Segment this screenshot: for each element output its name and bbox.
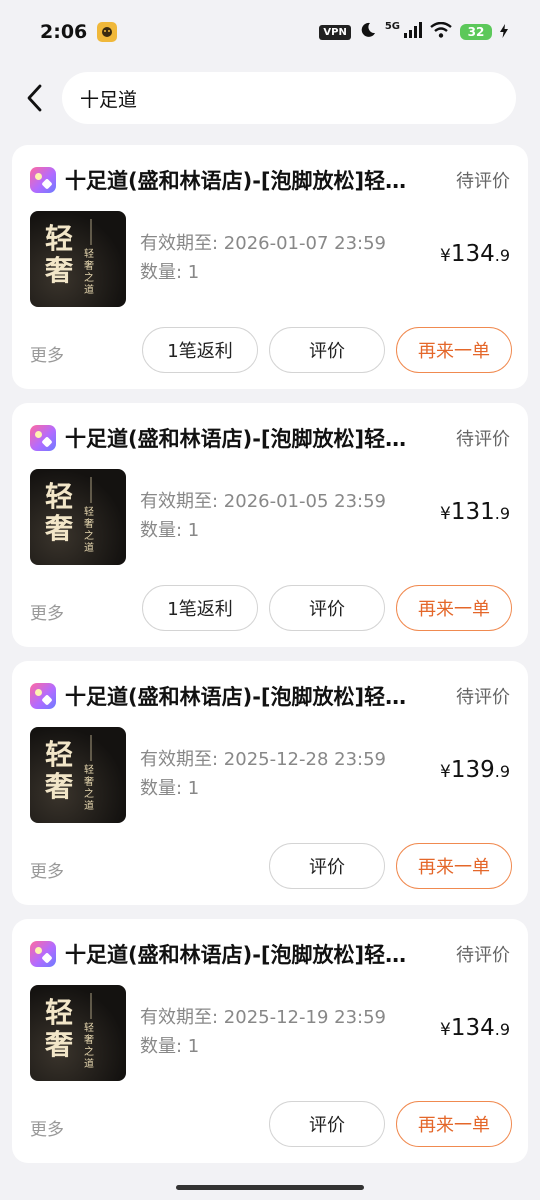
order-card-header: 十足道(盛和林语店)-[泡脚放松]轻… 待评价	[30, 423, 510, 453]
review-button[interactable]: 评价	[269, 843, 385, 889]
price-integer: 134	[450, 1015, 495, 1041]
review-button[interactable]: 评价	[269, 585, 385, 631]
validity-text: 有效期至: 2026-01-05 23:59	[140, 491, 386, 512]
wifi-icon	[430, 21, 452, 42]
validity-text: 有效期至: 2025-12-28 23:59	[140, 749, 386, 770]
signal-icon	[404, 22, 422, 42]
reorder-button[interactable]: 再来一单	[396, 843, 512, 889]
thumbnail-title: 轻奢	[44, 996, 73, 1061]
reorder-button[interactable]: 再来一单	[396, 327, 512, 373]
price-symbol: ¥	[440, 246, 451, 266]
review-button[interactable]: 评价	[269, 1101, 385, 1147]
quantity-text: 数量: 1	[140, 520, 200, 541]
review-button[interactable]: 评价	[269, 327, 385, 373]
thumbnail-subtitle: 轻奢之道	[84, 249, 94, 296]
order-status: 待评价	[456, 687, 510, 708]
moon-icon	[359, 21, 377, 43]
shop-name[interactable]: 十足道(盛和林语店)-[泡脚放松]轻…	[65, 165, 435, 195]
thumbnail-divider	[90, 219, 92, 245]
network-type: 5G	[384, 20, 400, 32]
price: ¥134.9	[440, 241, 510, 267]
order-status: 待评价	[456, 945, 510, 966]
price-integer: 131	[450, 499, 495, 525]
vpn-badge: VPN	[319, 24, 351, 40]
thumbnail-subtitle: 轻奢之道	[84, 507, 94, 554]
reorder-button[interactable]: 再来一单	[396, 585, 512, 631]
price-symbol: ¥	[440, 504, 451, 524]
more-button[interactable]: 更多	[30, 857, 64, 882]
notification-app-icon	[97, 22, 118, 42]
order-status: 待评价	[456, 429, 510, 450]
status-time: 2:06	[40, 21, 88, 43]
more-button[interactable]: 更多	[30, 1115, 64, 1140]
charging-icon	[500, 23, 508, 42]
order-card-header: 十足道(盛和林语店)-[泡脚放松]轻… 待评价	[30, 165, 510, 195]
price-decimal: .9	[494, 504, 510, 523]
thumbnail-divider	[90, 735, 92, 761]
more-button[interactable]: 更多	[30, 341, 64, 366]
order-card-header: 十足道(盛和林语店)-[泡脚放松]轻… 待评价	[30, 681, 510, 711]
price-integer: 134	[450, 241, 495, 267]
order-card-header: 十足道(盛和林语店)-[泡脚放松]轻… 待评价	[30, 939, 510, 969]
thumbnail-title: 轻奢	[44, 222, 73, 287]
thumbnail-title: 轻奢	[44, 480, 73, 545]
search-header: 十足道	[0, 70, 540, 126]
status-icons: VPN 5G 32	[319, 21, 508, 43]
order-status: 待评价	[456, 171, 510, 192]
shop-name[interactable]: 十足道(盛和林语店)-[泡脚放松]轻…	[65, 423, 435, 453]
thumbnail-divider	[90, 993, 92, 1019]
price-decimal: .9	[494, 1020, 510, 1039]
thumbnail-subtitle: 轻奢之道	[84, 765, 94, 812]
search-input[interactable]: 十足道	[62, 72, 516, 124]
shop-app-icon	[30, 683, 56, 709]
price: ¥139.9	[440, 757, 510, 783]
validity-text: 有效期至: 2025-12-19 23:59	[140, 1007, 386, 1028]
product-thumbnail[interactable]: 轻奢 轻奢之道	[30, 727, 126, 823]
shop-app-icon	[30, 941, 56, 967]
chevron-left-icon	[27, 84, 42, 112]
price: ¥131.9	[440, 499, 510, 525]
status-bar: 2:06 VPN 5G 32	[0, 0, 540, 64]
price: ¥134.9	[440, 1015, 510, 1041]
reorder-button[interactable]: 再来一单	[396, 1101, 512, 1147]
quantity-text: 数量: 1	[140, 1036, 200, 1057]
shop-name[interactable]: 十足道(盛和林语店)-[泡脚放松]轻…	[65, 681, 435, 711]
product-thumbnail[interactable]: 轻奢 轻奢之道	[30, 985, 126, 1081]
quantity-text: 数量: 1	[140, 778, 200, 799]
back-button[interactable]	[20, 78, 48, 118]
gesture-bar[interactable]	[176, 1185, 364, 1190]
product-thumbnail[interactable]: 轻奢 轻奢之道	[30, 211, 126, 307]
more-button[interactable]: 更多	[30, 599, 64, 624]
order-card[interactable]: 十足道(盛和林语店)-[泡脚放松]轻… 待评价 轻奢 轻奢之道 有效期至: 20…	[12, 919, 528, 1163]
quantity-text: 数量: 1	[140, 262, 200, 283]
price-symbol: ¥	[440, 762, 451, 782]
thumbnail-divider	[90, 477, 92, 503]
order-card[interactable]: 十足道(盛和林语店)-[泡脚放松]轻… 待评价 轻奢 轻奢之道 有效期至: 20…	[12, 403, 528, 647]
price-symbol: ¥	[440, 1020, 451, 1040]
order-card[interactable]: 十足道(盛和林语店)-[泡脚放松]轻… 待评价 轻奢 轻奢之道 有效期至: 20…	[12, 661, 528, 905]
rebate-button[interactable]: 1笔返利	[142, 327, 258, 373]
thumbnail-title: 轻奢	[44, 738, 73, 803]
search-query-text: 十足道	[80, 88, 138, 111]
price-decimal: .9	[494, 762, 510, 781]
validity-text: 有效期至: 2026-01-07 23:59	[140, 233, 386, 254]
order-card[interactable]: 十足道(盛和林语店)-[泡脚放松]轻… 待评价 轻奢 轻奢之道 有效期至: 20…	[12, 145, 528, 389]
thumbnail-subtitle: 轻奢之道	[84, 1023, 94, 1070]
product-thumbnail[interactable]: 轻奢 轻奢之道	[30, 469, 126, 565]
price-integer: 139	[450, 757, 495, 783]
shop-name[interactable]: 十足道(盛和林语店)-[泡脚放松]轻…	[65, 939, 435, 969]
shop-app-icon	[30, 167, 56, 193]
shop-app-icon	[30, 425, 56, 451]
rebate-button[interactable]: 1笔返利	[142, 585, 258, 631]
price-decimal: .9	[494, 246, 510, 265]
battery-indicator: 32	[460, 24, 492, 40]
